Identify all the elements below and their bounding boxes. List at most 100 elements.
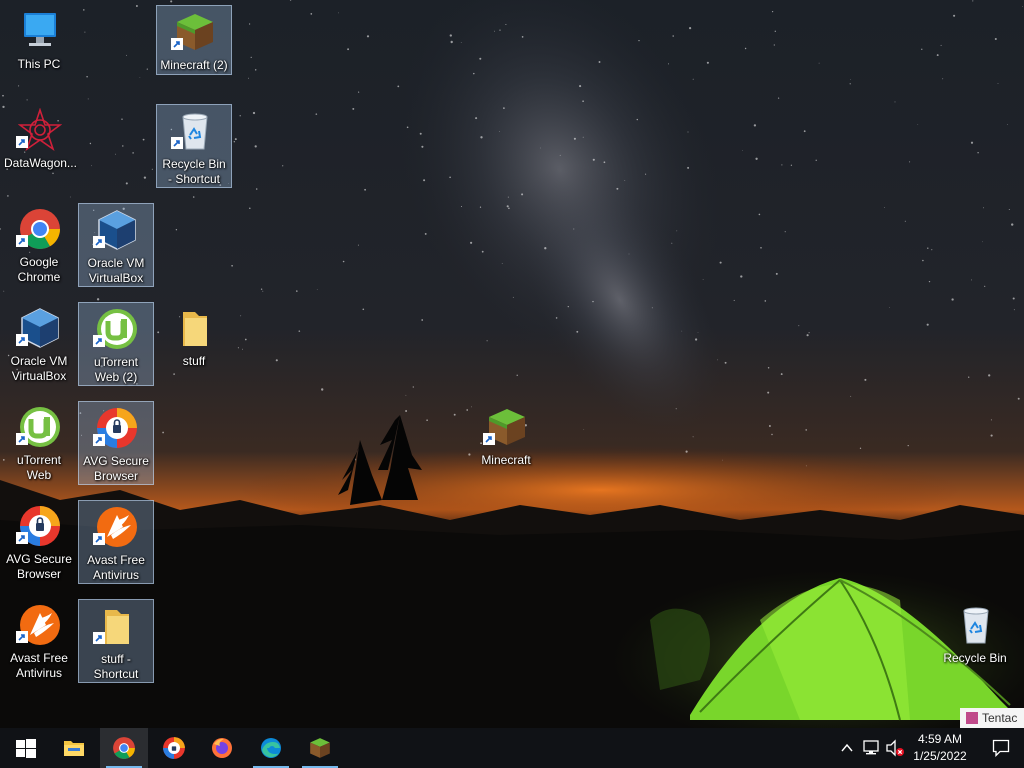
desktop-icon-stuff[interactable]: stuff [156, 301, 232, 383]
star [616, 187, 619, 190]
star [719, 261, 722, 264]
shortcut-arrow-icon [483, 433, 495, 445]
star [255, 188, 258, 190]
desktop-icon-recycle-bin[interactable]: Recycle Bin [937, 598, 1013, 680]
star [681, 330, 683, 332]
star [3, 290, 5, 292]
network-icon [863, 740, 879, 755]
icon-label: Oracle VM VirtualBox [10, 354, 68, 383]
desktop-icon-datawagon[interactable]: DataWagon... [1, 103, 77, 185]
avg-browser-icon [163, 737, 185, 759]
taskbar-firefox[interactable] [198, 728, 246, 768]
star [884, 207, 885, 208]
desktop-icon-minecraft-2[interactable]: Minecraft (2) [156, 5, 232, 75]
star [907, 444, 909, 447]
star [192, 196, 195, 198]
star [741, 150, 743, 151]
desktop-icon-minecraft[interactable]: Minecraft [468, 400, 544, 482]
show-hidden-icons-button[interactable] [838, 738, 856, 758]
star [357, 244, 359, 246]
desktop-icon-utorrent-web[interactable]: uTorrent Web [1, 400, 77, 482]
desktop-icon-avg-secure-browser-2[interactable]: AVG Secure Browser [78, 401, 154, 485]
star [567, 305, 569, 308]
computer-icon [24, 13, 56, 46]
star [740, 275, 743, 278]
star [579, 85, 582, 88]
icon-label: stuff [182, 354, 206, 368]
star [972, 0, 974, 2]
desktop-icon-oracle-vm-virtualbox[interactable]: Oracle VM VirtualBox [1, 301, 77, 383]
file-explorer-icon [64, 741, 84, 756]
star [544, 247, 547, 250]
star [499, 131, 500, 132]
taskbar-avg-secure-browser[interactable] [150, 728, 198, 768]
desktop-icon-google-chrome[interactable]: Google Chrome [1, 202, 77, 284]
desktop-icon-avast-free-antivirus-2[interactable]: Avast Free Antivirus [78, 500, 154, 584]
star [582, 136, 584, 138]
star [282, 165, 284, 167]
star [254, 69, 257, 71]
star [473, 72, 475, 75]
star [352, 107, 355, 110]
shortcut-arrow-icon [16, 235, 28, 247]
taskbar-minecraft[interactable] [296, 728, 344, 768]
desktop-icon-oracle-vm-virtualbox-2[interactable]: Oracle VM VirtualBox [78, 203, 154, 287]
star [849, 83, 851, 85]
star [69, 196, 71, 198]
network-button[interactable] [860, 738, 882, 758]
shortcut-arrow-icon [171, 38, 183, 50]
desktop-icon-avast-free-antivirus[interactable]: Avast Free Antivirus [1, 598, 77, 680]
star [1013, 309, 1015, 311]
star [426, 419, 428, 422]
taskbar-clock[interactable]: 4:59 AM 1/25/2022 [908, 731, 972, 765]
shortcut-arrow-icon [93, 632, 105, 644]
chrome-icon [113, 737, 135, 759]
star [687, 131, 689, 133]
taskbar-microsoft-edge[interactable] [247, 728, 295, 768]
app-icon [966, 712, 978, 724]
star [7, 195, 9, 197]
start-button[interactable] [0, 728, 48, 768]
star [121, 118, 123, 120]
taskbar-google-chrome[interactable] [100, 728, 148, 768]
desktop-icon-utorrent-web-2[interactable]: uTorrent Web (2) [78, 302, 154, 386]
desktop-icon-avg-secure-browser[interactable]: AVG Secure Browser [1, 499, 77, 581]
star [984, 285, 986, 287]
star [689, 27, 692, 30]
desktop-icon-stuff-shortcut[interactable]: stuff - Shortcut [78, 599, 154, 683]
star [423, 179, 426, 182]
star [982, 241, 983, 243]
icon-label: Recycle Bin [943, 651, 1007, 665]
star [968, 376, 970, 378]
star [722, 459, 723, 461]
volume-button[interactable] [884, 738, 906, 758]
peek-window[interactable]: Tentac [960, 708, 1024, 728]
star [922, 259, 924, 262]
desktop-icon-recycle-bin-shortcut[interactable]: Recycle Bin - Shortcut [156, 104, 232, 188]
star [87, 98, 89, 100]
star [555, 317, 558, 319]
star [771, 433, 773, 436]
star [421, 319, 424, 321]
star [507, 196, 509, 198]
star [805, 429, 807, 431]
star [540, 147, 541, 149]
star [1011, 223, 1014, 226]
star [96, 298, 100, 301]
star [142, 138, 145, 141]
star [781, 164, 783, 166]
desktop-icon-this-pc[interactable]: This PC [1, 4, 77, 86]
star [494, 30, 495, 32]
chevron-up-icon [841, 743, 853, 752]
star [470, 241, 473, 244]
star [668, 63, 669, 65]
taskbar-file-explorer[interactable] [50, 728, 98, 768]
action-center-button[interactable] [978, 728, 1024, 768]
star [927, 247, 929, 249]
shortcut-arrow-icon [16, 532, 28, 544]
star [990, 419, 992, 421]
star [1017, 397, 1020, 400]
star [676, 230, 678, 232]
star [753, 124, 757, 127]
star [818, 62, 820, 64]
